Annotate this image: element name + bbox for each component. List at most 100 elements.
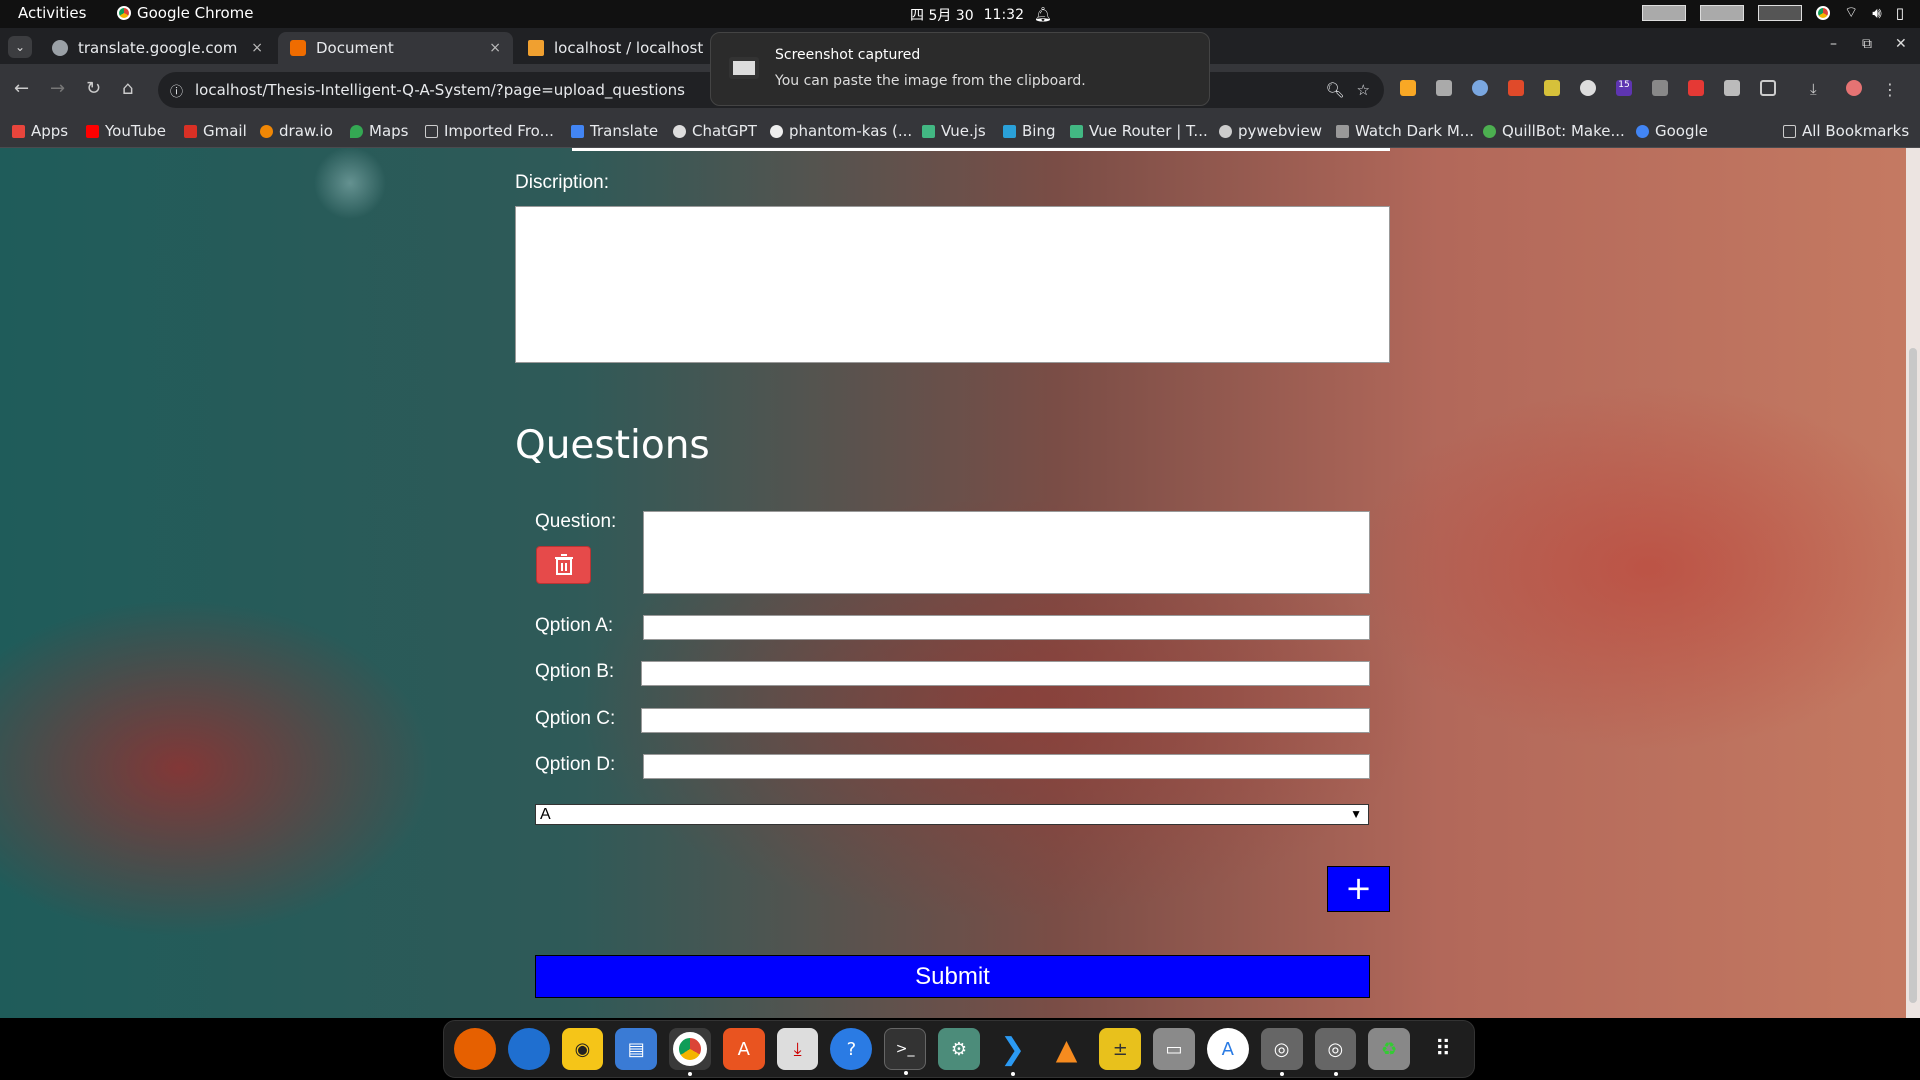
volume-icon[interactable]: 🔊︎ [1872,4,1881,22]
bookmark-drawio[interactable]: draw.io [260,122,333,140]
option-c-input[interactable] [641,708,1370,733]
vscode-icon[interactable]: ❯ [992,1028,1034,1076]
google-icon [1636,124,1649,138]
rhythmbox-icon[interactable]: ◉ [561,1028,604,1070]
folder-icon [1783,124,1796,138]
extension-icon[interactable] [1472,80,1488,96]
bookmark-github[interactable]: phantom-kas (... [770,122,912,140]
scrollbar-thumb[interactable] [1909,348,1917,1003]
bookmark-google[interactable]: Google [1636,122,1708,140]
site-info-icon[interactable]: ⓘ [170,81,183,100]
puzzle-extensions-icon[interactable] [1760,80,1776,96]
dock-area: ◉ ▤ A ⤓ ? >_ ⚙ ❯ ▲ ± ▭ A ◎ ◎ ♻ ⠿ [0,1018,1920,1080]
disk-icon[interactable]: ◎ [1260,1028,1303,1076]
option-a-input[interactable] [643,615,1370,640]
description-textarea[interactable] [515,206,1390,363]
system-tray[interactable]: ⌔ 🔊︎ ▯ [1642,3,1904,22]
tab-phpmyadmin[interactable]: localhost / localhost / q [516,32,716,64]
activities-button[interactable]: Activities [18,4,86,22]
all-bookmarks[interactable]: All Bookmarks [1783,122,1909,140]
phpmyadmin-icon [528,40,544,56]
vue-icon [922,124,935,138]
close-tab-icon[interactable]: × [489,40,501,56]
software-center-icon[interactable]: A [722,1028,765,1070]
firefox-icon[interactable] [454,1028,496,1070]
back-icon[interactable]: ← [14,78,29,99]
bookmark-bing[interactable]: Bing [1003,122,1056,140]
files-icon[interactable]: ▭ [1153,1028,1195,1070]
forward-icon[interactable]: → [50,78,65,99]
chrome-tray-icon[interactable] [1816,5,1831,20]
battery-icon[interactable]: ▯ [1896,4,1904,22]
trash-icon[interactable]: ♻ [1368,1028,1411,1070]
extension-icon[interactable] [1688,80,1704,96]
translate-icon [571,124,584,138]
thunderbird-icon[interactable] [507,1028,550,1070]
globe-icon [1219,124,1232,138]
option-a-label: Qption A: [535,615,614,636]
pen-extension-icon[interactable] [1400,80,1416,96]
bookmark-quillbot[interactable]: QuillBot: Make... [1483,122,1625,140]
vue-devtools-icon[interactable] [1436,80,1452,96]
question-textarea[interactable] [643,511,1370,594]
calculator-icon[interactable]: ± [1099,1028,1142,1070]
screenshot-notification[interactable]: Screenshot captured You can paste the im… [710,32,1210,106]
vlc-icon[interactable]: ▲ [1046,1028,1088,1070]
profile-avatar-icon[interactable] [1846,80,1862,96]
close-tab-icon[interactable]: × [251,40,263,56]
minimize-icon[interactable]: – [1830,36,1837,52]
workspace-3-icon[interactable] [1758,4,1803,21]
bookmark-label: ChatGPT [692,122,757,140]
workspace-2-icon[interactable] [1700,4,1745,21]
bookmark-apps[interactable]: Apps [12,122,68,140]
help-icon[interactable]: ? [830,1028,873,1070]
home-icon[interactable]: ⌂ [122,78,133,99]
badge-extension-icon[interactable]: 15 [1616,80,1632,96]
bookmark-youtube[interactable]: YouTube [86,122,166,140]
option-b-input[interactable] [641,661,1370,686]
bookmark-translate[interactable]: Translate [571,122,658,140]
reload-icon[interactable]: ↻ [86,78,101,99]
bookmark-watch-dark[interactable]: Watch Dark M... [1336,122,1474,140]
show-apps-icon[interactable]: ⠿ [1422,1028,1464,1070]
settings-icon[interactable]: ⚙ [938,1028,980,1070]
bookmark-chatgpt[interactable]: ChatGPT [673,122,757,140]
disk-icon[interactable]: ◎ [1314,1028,1357,1076]
bookmark-pywebview[interactable]: pywebview [1219,122,1322,140]
page-scrollbar[interactable] [1906,148,1920,1018]
add-question-button[interactable]: + [1327,866,1390,912]
option-d-input[interactable] [643,754,1370,779]
terminal-icon[interactable]: >_ [884,1028,927,1075]
extension-icon[interactable] [1544,80,1560,96]
chatgpt-extension-icon[interactable] [1580,80,1596,96]
tab-search-button[interactable]: ⌄ [8,36,32,58]
chrome-dock-icon[interactable] [669,1028,711,1076]
tab-translate[interactable]: translate.google.com × [40,32,275,64]
bookmark-star-icon[interactable]: ☆ [1357,81,1370,99]
submit-button[interactable]: Submit [535,955,1370,998]
clock[interactable]: 四 5月 30 11:32 🔔︎ [910,5,1052,25]
app-menu[interactable]: Google Chrome [117,4,254,22]
delete-question-button[interactable] [536,546,591,584]
menu-kebab-icon[interactable]: ⋮ [1882,80,1898,99]
maximize-icon[interactable]: ⧉ [1862,36,1872,52]
extension-icon[interactable] [1508,80,1524,96]
close-window-icon[interactable]: ✕ [1895,36,1907,52]
tab-document[interactable]: Document × [278,32,513,64]
bookmark-imported[interactable]: Imported Fro... [425,122,554,140]
bookmark-maps[interactable]: Maps [350,122,408,140]
wifi-icon[interactable]: ⌔ [1844,3,1858,22]
writer-icon[interactable]: ▤ [615,1028,658,1070]
bookmark-gmail[interactable]: Gmail [184,122,247,140]
bookmark-vuejs[interactable]: Vue.js [922,122,986,140]
text-editor-icon[interactable]: A [1206,1028,1249,1070]
bolt-extension-icon[interactable] [1652,80,1668,96]
correct-answer-select[interactable]: A ▼ [535,804,1369,825]
extension-icon[interactable] [1724,80,1740,96]
installer-icon[interactable]: ⤓ [776,1028,819,1070]
download-icon[interactable]: ⤓ [1810,80,1826,98]
bookmark-vue-router[interactable]: Vue Router | T... [1070,122,1208,140]
workspace-1-icon[interactable] [1642,4,1687,21]
selected-answer: A [540,806,551,823]
zoom-icon[interactable]: 🔍︎ [1326,81,1345,99]
